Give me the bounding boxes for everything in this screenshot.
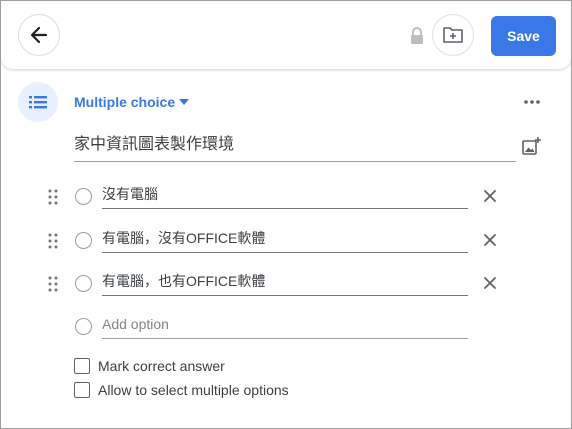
move-to-folder-button[interactable] [432, 14, 474, 56]
question-editor: Save Multiple choice 家中資訊圖表製作環境 沒有電腦 有電腦… [0, 0, 572, 429]
option-input[interactable]: 有電腦，也有OFFICE軟體 [102, 269, 468, 296]
radio-circle [75, 275, 92, 292]
drag-handle-icon[interactable] [48, 189, 58, 205]
radio-circle [75, 188, 92, 205]
save-button[interactable]: Save [491, 16, 556, 56]
allow-multiple-checkbox[interactable] [74, 382, 90, 398]
question-type-badge [18, 82, 58, 122]
question-title-input[interactable]: 家中資訊圖表製作環境 [74, 134, 516, 162]
close-icon[interactable] [482, 232, 498, 248]
allow-multiple-label: Allow to select multiple options [98, 382, 289, 398]
add-option-row: Add option [1, 312, 571, 344]
question-type-label: Multiple choice [74, 94, 176, 110]
mark-correct-checkbox[interactable] [74, 358, 90, 374]
add-option-input[interactable]: Add option [102, 312, 468, 339]
radio-circle [75, 318, 92, 335]
list-icon [29, 96, 47, 109]
allow-multiple-option[interactable]: Allow to select multiple options [74, 381, 289, 399]
option-input[interactable]: 沒有電腦 [102, 182, 468, 209]
lock-icon [411, 27, 423, 44]
more-horizontal-icon [524, 100, 540, 104]
drag-handle-icon[interactable] [48, 233, 58, 249]
close-icon[interactable] [482, 188, 498, 204]
mark-correct-answer-option[interactable]: Mark correct answer [74, 357, 225, 375]
close-icon[interactable] [482, 275, 498, 291]
more-options-button[interactable] [522, 94, 542, 110]
question-type-dropdown[interactable]: Multiple choice [74, 93, 190, 111]
mark-correct-label: Mark correct answer [98, 358, 225, 374]
option-row: 沒有電腦 [1, 182, 571, 214]
option-row: 有電腦，沒有OFFICE軟體 [1, 226, 571, 258]
top-toolbar: Save [1, 1, 571, 69]
arrow-left-icon [30, 26, 48, 44]
add-image-icon[interactable] [522, 137, 542, 155]
option-input[interactable]: 有電腦，沒有OFFICE軟體 [102, 226, 468, 253]
back-button[interactable] [18, 14, 60, 56]
folder-plus-icon [443, 27, 463, 43]
caret-down-icon [179, 99, 190, 105]
drag-handle-icon[interactable] [48, 276, 58, 292]
option-row: 有電腦，也有OFFICE軟體 [1, 269, 571, 301]
radio-circle [75, 232, 92, 249]
